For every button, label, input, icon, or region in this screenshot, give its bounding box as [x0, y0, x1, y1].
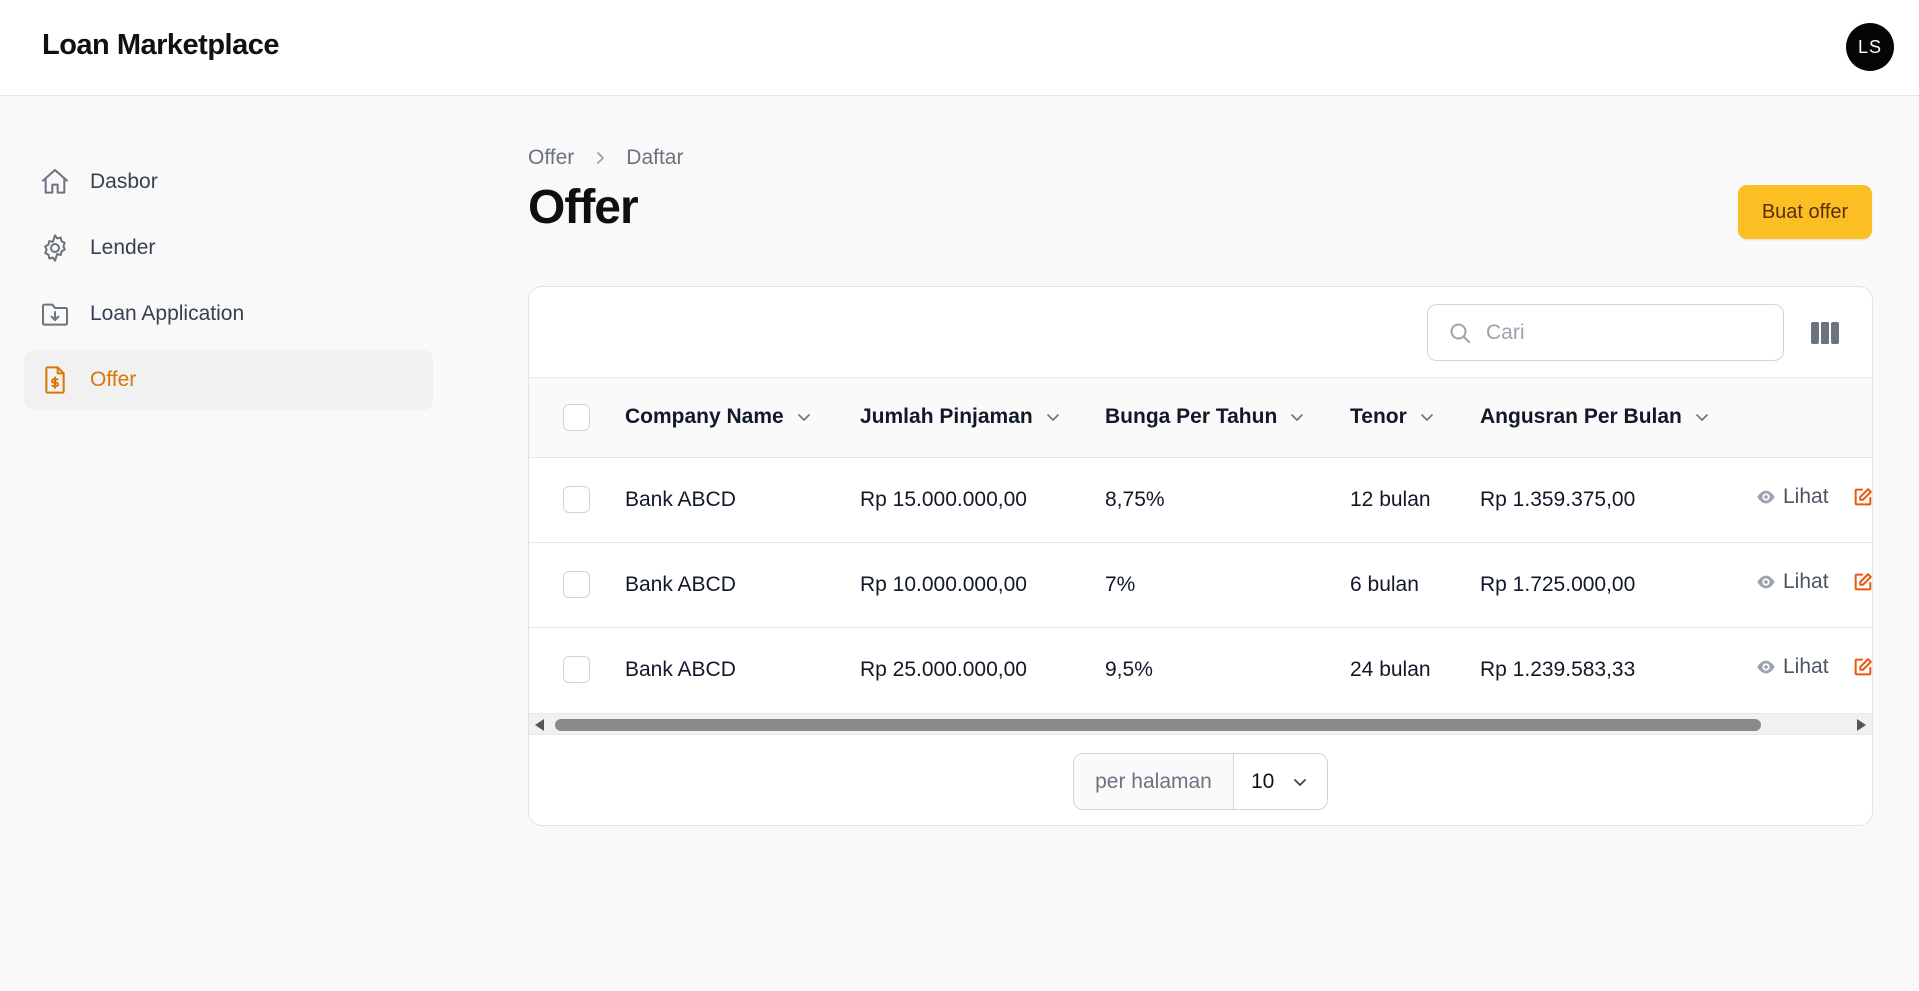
select-all-checkbox[interactable]	[563, 403, 590, 431]
breadcrumb-item-daftar: Daftar	[626, 146, 684, 169]
row-checkbox[interactable]	[563, 571, 590, 598]
column-header-company-name[interactable]: Company Name	[625, 405, 812, 429]
table-scroll-area: Company Name Jumlah Pinjaman Bunga Per T…	[529, 378, 1872, 722]
sidebar-item-lender[interactable]: Lender	[24, 218, 433, 278]
eye-icon	[1755, 486, 1777, 508]
page-title: Offer	[528, 181, 639, 234]
view-action-label: Lihat	[1783, 655, 1829, 679]
sidebar-item-label: Lender	[90, 236, 156, 259]
table-row: Bank ABCD Rp 15.000.000,00 8,75% 12 bula…	[529, 457, 1872, 542]
sidebar-item-dasbor[interactable]: Dasbor	[24, 152, 433, 212]
chevron-down-icon	[1419, 409, 1435, 425]
cell-bunga-per-tahun: 7%	[1105, 572, 1136, 596]
folder-download-icon	[38, 297, 72, 331]
eye-icon	[1755, 571, 1777, 593]
cell-angusran-per-bulan: Rp 1.239.583,33	[1480, 657, 1636, 681]
column-header-angusran-per-bulan[interactable]: Angusran Per Bulan	[1480, 405, 1710, 429]
per-page-select[interactable]: 10	[1234, 754, 1327, 809]
cell-company-name: Bank ABCD	[625, 572, 736, 596]
sidebar-item-label: Offer	[90, 368, 137, 391]
view-action-label: Lihat	[1783, 485, 1829, 508]
cell-jumlah-pinjaman: Rp 15.000.000,00	[860, 487, 1027, 511]
search-field[interactable]	[1427, 304, 1784, 361]
sidebar-item-loan-application[interactable]: Loan Application	[24, 284, 433, 344]
cell-tenor: 12 bulan	[1350, 487, 1431, 511]
cell-tenor: 24 bulan	[1350, 657, 1431, 681]
horizontal-scrollbar[interactable]	[529, 713, 1872, 735]
cell-tenor: 6 bulan	[1350, 572, 1419, 596]
sidebar: Dasbor Lender Loan Application Offer	[24, 152, 433, 416]
document-dollar-icon	[38, 363, 72, 397]
table-toolbar	[529, 287, 1872, 378]
columns-toggle-icon[interactable]	[1807, 315, 1843, 351]
create-offer-button[interactable]: Buat offer	[1738, 185, 1872, 239]
cell-bunga-per-tahun: 8,75%	[1105, 487, 1165, 511]
scroll-left-arrow-icon[interactable]	[535, 719, 544, 731]
column-header-jumlah-pinjaman[interactable]: Jumlah Pinjaman	[860, 405, 1061, 429]
view-action-button[interactable]: Lihat	[1755, 485, 1829, 509]
offer-table: Company Name Jumlah Pinjaman Bunga Per T…	[529, 378, 1872, 712]
home-icon	[38, 165, 72, 199]
top-bar: Loan Marketplace LS	[0, 0, 1919, 96]
per-page-value: 10	[1251, 769, 1275, 793]
per-page-label: per halaman	[1074, 754, 1234, 809]
chevron-down-icon	[1045, 409, 1061, 425]
view-action-button[interactable]: Lihat	[1755, 570, 1829, 594]
row-checkbox[interactable]	[563, 486, 590, 513]
scroll-right-arrow-icon[interactable]	[1857, 719, 1866, 731]
search-icon	[1448, 321, 1472, 345]
chevron-down-icon	[1694, 409, 1710, 425]
gear-icon	[38, 231, 72, 265]
chevron-down-icon	[796, 409, 812, 425]
edit-icon[interactable]	[1852, 486, 1872, 508]
breadcrumb-item-offer[interactable]: Offer	[528, 146, 574, 170]
scrollbar-thumb[interactable]	[555, 719, 1761, 731]
column-header-bunga-per-tahun[interactable]: Bunga Per Tahun	[1105, 405, 1305, 429]
cell-angusran-per-bulan: Rp 1.359.375,00	[1480, 487, 1636, 511]
cell-company-name: Bank ABCD	[625, 657, 736, 681]
view-action-button[interactable]: Lihat	[1755, 655, 1829, 679]
table-row: Bank ABCD Rp 10.000.000,00 7% 6 bulan Rp…	[529, 542, 1872, 627]
cell-jumlah-pinjaman: Rp 10.000.000,00	[860, 572, 1027, 596]
search-input[interactable]	[1486, 320, 1766, 345]
column-header-tenor[interactable]: Tenor	[1350, 405, 1435, 429]
chevron-down-icon	[1289, 409, 1305, 425]
chevron-right-icon	[592, 150, 608, 166]
cell-company-name: Bank ABCD	[625, 487, 736, 511]
table-row: Bank ABCD Rp 25.000.000,00 9,5% 24 bulan…	[529, 627, 1872, 712]
edit-icon[interactable]	[1852, 571, 1872, 593]
pagination-per-page: per halaman 10	[1073, 753, 1328, 810]
edit-icon[interactable]	[1852, 656, 1872, 678]
offer-table-card: Company Name Jumlah Pinjaman Bunga Per T…	[528, 286, 1873, 826]
row-checkbox[interactable]	[563, 656, 590, 684]
user-avatar[interactable]: LS	[1846, 23, 1894, 71]
sidebar-item-label: Dasbor	[90, 170, 158, 193]
chevron-down-icon	[1292, 774, 1308, 790]
eye-icon	[1755, 656, 1777, 678]
view-action-label: Lihat	[1783, 570, 1829, 593]
table-header-row: Company Name Jumlah Pinjaman Bunga Per T…	[529, 378, 1872, 457]
app-title: Loan Marketplace	[42, 29, 279, 61]
breadcrumb: Offer Daftar	[528, 146, 683, 170]
sidebar-item-label: Loan Application	[90, 302, 245, 325]
cell-angusran-per-bulan: Rp 1.725.000,00	[1480, 572, 1636, 596]
sidebar-item-offer[interactable]: Offer	[24, 350, 433, 410]
cell-jumlah-pinjaman: Rp 25.000.000,00	[860, 657, 1027, 681]
cell-bunga-per-tahun: 9,5%	[1105, 657, 1153, 681]
